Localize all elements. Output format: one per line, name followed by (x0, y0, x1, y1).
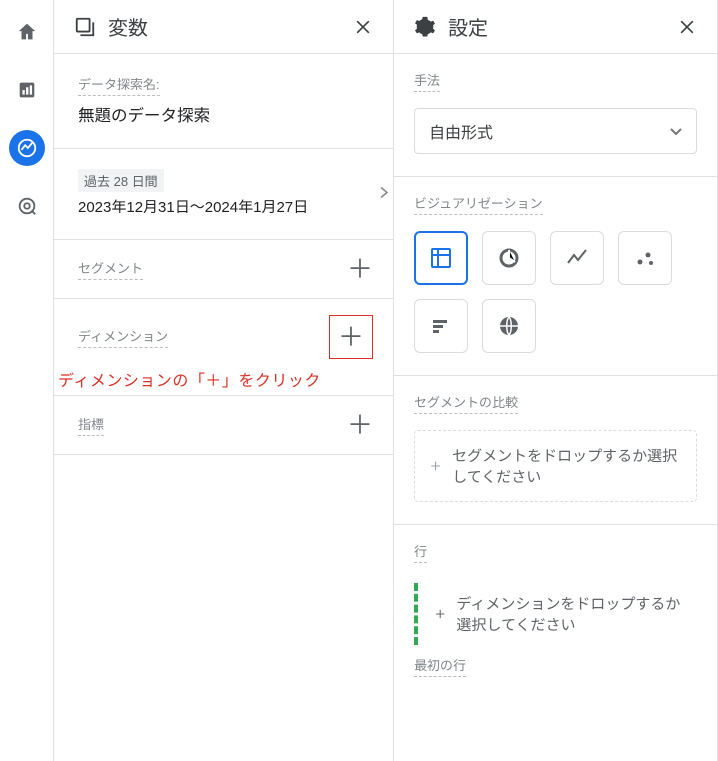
exploration-name-section[interactable]: データ探索名: 無題のデータ探索 (54, 54, 393, 149)
viz-donut-button[interactable] (482, 231, 536, 285)
rows-drop-zone[interactable]: ディメンションをドロップするか選択してください (414, 583, 697, 645)
dimension-annotation: ディメンションの「＋」をクリック (46, 363, 393, 395)
viz-table-button[interactable] (414, 231, 468, 285)
settings-panel-header: 設定 (394, 0, 717, 54)
explore-icon (16, 137, 38, 159)
viz-bar-button[interactable] (414, 299, 468, 353)
table-viz-icon (429, 246, 453, 270)
rows-drop-text: ディメンションをドロップするか選択してください (456, 593, 693, 635)
rows-label: 行 (414, 541, 427, 563)
date-range-section[interactable]: 過去 28 日間 2023年12月31日～2024年1月27日 (54, 149, 393, 240)
scatter-viz-icon (633, 246, 657, 270)
settings-close-button[interactable] (673, 13, 701, 41)
exploration-name-value: 無題のデータ探索 (78, 102, 373, 126)
viz-geo-button[interactable] (482, 299, 536, 353)
variables-close-button[interactable] (349, 13, 377, 41)
date-range-value: 2023年12月31日～2024年1月27日 (78, 196, 373, 217)
variables-panel-header: 変数 (54, 0, 393, 54)
close-icon (353, 17, 373, 37)
close-icon (677, 17, 697, 37)
segment-drop-text: セグメントをドロップするか選択してください (452, 445, 682, 487)
metrics-label: 指標 (78, 414, 104, 436)
segment-drop-zone[interactable]: セグメントをドロップするか選択してください (414, 430, 697, 502)
variables-title: 変数 (108, 12, 148, 41)
geo-viz-icon (497, 314, 521, 338)
dimensions-label: ディメンション (78, 326, 168, 348)
add-dimension-button[interactable]: ＋ (338, 324, 364, 350)
metrics-section: 指標 ＋ (54, 395, 393, 455)
add-dimension-button-highlight: ＋ (329, 315, 373, 359)
layers-icon (74, 16, 96, 38)
plus-icon (429, 457, 442, 475)
nav-reports[interactable] (9, 72, 45, 108)
add-segment-button[interactable]: ＋ (347, 256, 373, 282)
visualization-block: ビジュアリゼーション (394, 177, 717, 376)
settings-panel: 設定 手法 自由形式 ビジュアリゼーション (394, 0, 718, 761)
rows-block: 行 ディメンションをドロップするか選択してください (394, 525, 717, 655)
nav-explore[interactable] (9, 130, 45, 166)
cutoff-block: 最初の行 (394, 655, 717, 677)
home-icon (16, 21, 38, 43)
gear-icon (414, 16, 436, 38)
bar-viz-icon (429, 314, 453, 338)
method-select[interactable]: 自由形式 (414, 108, 697, 154)
dimensions-section: ディメンション ＋ (54, 299, 393, 363)
caret-down-icon (670, 123, 682, 139)
visualization-label: ビジュアリゼーション (414, 193, 543, 215)
target-icon (16, 195, 38, 217)
line-viz-icon (565, 246, 589, 270)
method-value: 自由形式 (429, 119, 493, 143)
segment-compare-label: セグメントの比較 (414, 392, 518, 414)
first-row-label: 最初の行 (414, 655, 466, 677)
nav-home[interactable] (9, 14, 45, 50)
settings-title: 設定 (448, 12, 488, 41)
method-block: 手法 自由形式 (394, 54, 717, 177)
bar-chart-icon (16, 79, 38, 101)
variables-panel: 変数 データ探索名: 無題のデータ探索 過去 28 日間 2023年12月31日… (54, 0, 394, 761)
method-label: 手法 (414, 70, 440, 92)
segment-compare-block: セグメントの比較 セグメントをドロップするか選択してください (394, 376, 717, 525)
donut-viz-icon (497, 246, 521, 270)
segments-label: セグメント (78, 258, 143, 280)
segments-section: セグメント ＋ (54, 240, 393, 299)
plus-icon (434, 605, 446, 623)
date-range-badge: 過去 28 日間 (78, 169, 164, 192)
viz-scatter-button[interactable] (618, 231, 672, 285)
chevron-right-icon (379, 186, 389, 203)
viz-line-button[interactable] (550, 231, 604, 285)
add-metric-button[interactable]: ＋ (347, 412, 373, 438)
visualization-grid (414, 231, 697, 353)
exploration-name-label: データ探索名: (78, 74, 160, 96)
nav-admin[interactable] (9, 188, 45, 224)
